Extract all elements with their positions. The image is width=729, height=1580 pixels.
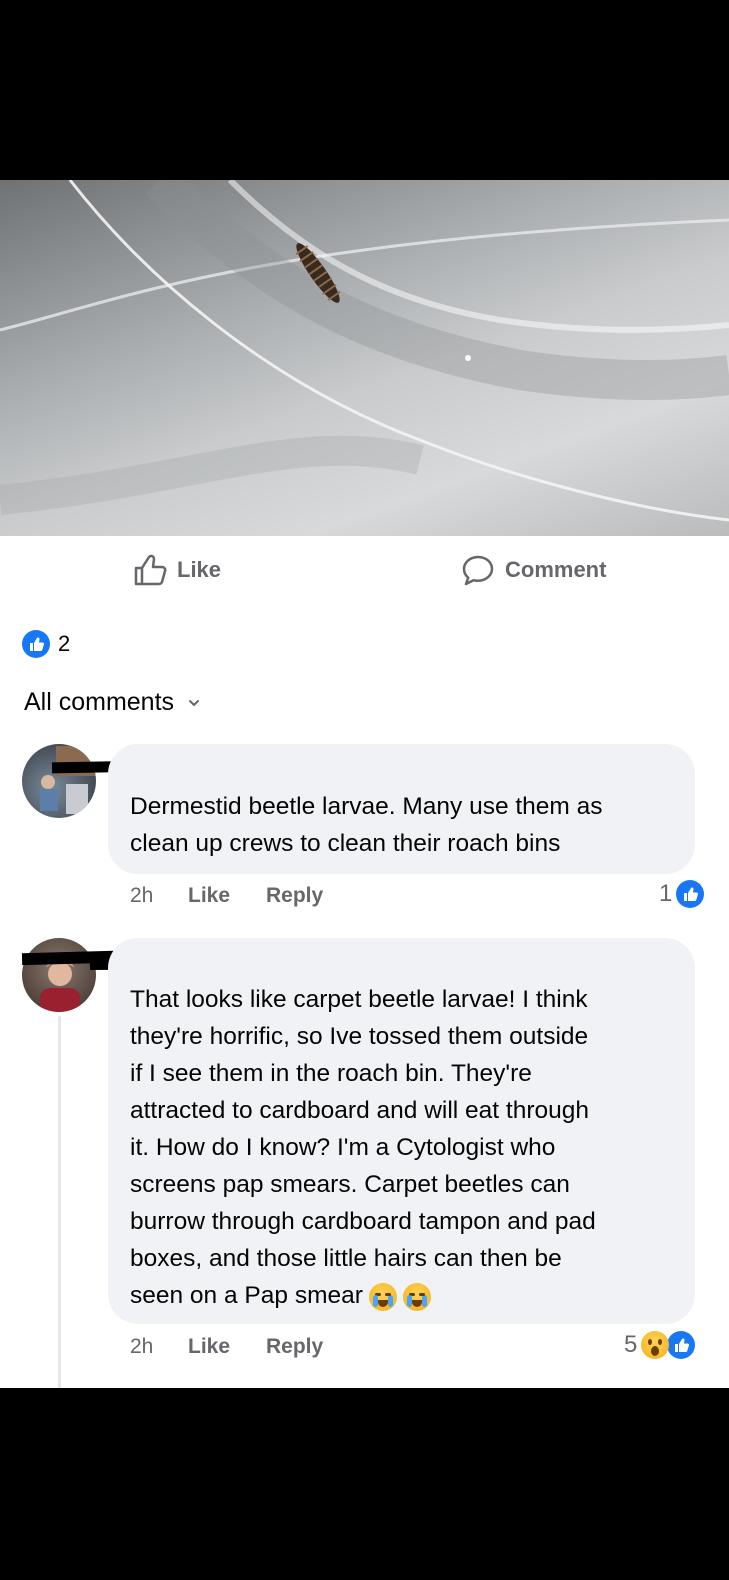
top-black-bar [0,0,729,180]
comment-like-button[interactable]: Like [188,884,230,908]
comment-reactions[interactable]: 1 [659,880,705,908]
comment-reaction-count: 5 [624,1331,638,1358]
comment-text-line: attracted to cardboard and will eat thro… [130,1097,589,1124]
comment-reactions[interactable]: 5 [624,1331,696,1359]
post-reactions-summary[interactable]: 2 [22,630,70,658]
post-photo[interactable] [0,180,729,536]
like-reaction-icon [676,880,705,908]
comment-bubble: Dermestid beetle larvae. Many use them a… [108,744,695,874]
like-button-label: Like [177,557,222,582]
comment-text-line: boxes, and those little hairs can then b… [130,1245,562,1272]
comments-filter-dropdown[interactable]: All comments [24,688,200,717]
comment-text-line: it. How do I know? I'm a Cytologist who [130,1134,556,1161]
wow-emoji [641,1331,670,1359]
comment-text-line: clean up crews to clean their roach bins [130,830,561,857]
speech-bubble-icon [462,555,494,586]
photo-drawing [0,180,729,522]
comment-text-line: burrow through cardboard tampon and pad [130,1208,596,1235]
comments-filter-label: All comments [24,688,175,716]
comment-text-line: they're horrific, so Ive tossed them out… [130,1023,589,1050]
comment-text-line-last: seen on a Pap smear [130,1277,596,1314]
comment-text-line: seen on a Pap smear [130,1282,363,1309]
chevron-down-icon [189,699,200,706]
comment-reaction-count: 1 [659,880,673,907]
avatar-photo [40,957,80,1012]
comment-like-button[interactable]: Like [188,1335,230,1359]
comment-button-label: Comment [505,557,607,582]
comment-text-line: screens pap smears. Carpet beetles can [130,1171,570,1198]
comment-button[interactable]: Comment [461,554,606,586]
commenter-avatar[interactable] [22,744,96,818]
reply-thread-line [58,1016,61,1388]
like-reaction-icon [22,630,50,658]
loudly-crying-emoji [402,1282,431,1311]
post-content-area: Like Comment 2 All comments Dermestid be… [0,536,729,1388]
comment-text-line: That looks like carpet beetle larvae! I … [130,986,588,1013]
post-reaction-count: 2 [58,631,71,656]
comment-text-line: Dermestid beetle larvae. Many use them a… [130,793,603,820]
avatar-photo [40,746,96,814]
like-reaction-icon [667,1331,696,1359]
comment-timestamp: 2h [130,884,154,907]
comment-timestamp: 2h [130,1335,154,1358]
comment-text-line: if I see them in the roach bin. They're [130,1060,532,1087]
loudly-crying-emoji [368,1282,397,1311]
comment-text: Dermestid beetle larvae. Many use them a… [130,788,603,862]
comment-bubble: That looks like carpet beetle larvae! I … [108,938,695,1324]
comment-reply-button[interactable]: Reply [266,1335,323,1359]
bottom-black-bar [0,1388,729,1580]
comment-reply-button[interactable]: Reply [266,884,323,908]
like-button[interactable]: Like [133,554,221,586]
commenter-avatar[interactable] [22,938,96,1012]
thumbs-up-icon [134,554,167,586]
comment-text: That looks like carpet beetle larvae! I … [130,981,596,1314]
